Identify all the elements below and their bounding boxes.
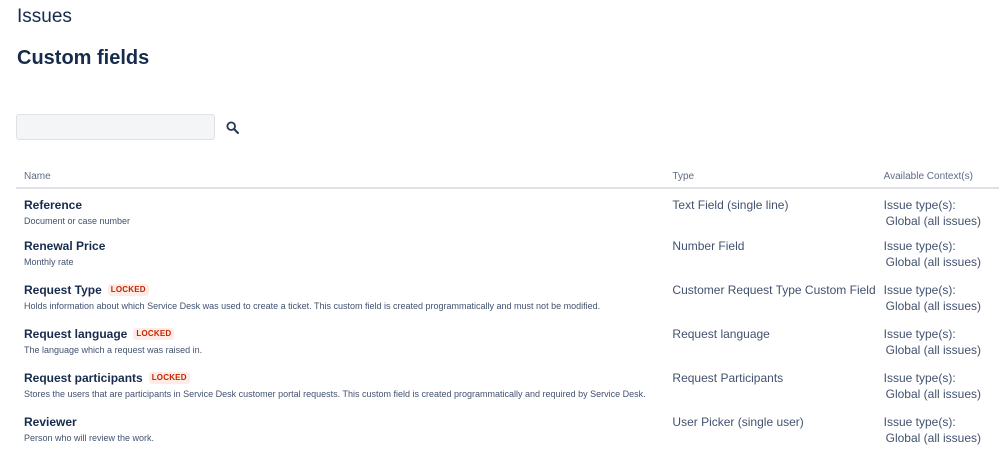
type-cell: Request language [664,320,875,364]
context-label: Issue type(s): [883,239,956,253]
field-name-line: Request participants LOCKED [24,370,656,386]
context-value: Global (all issues) [885,431,981,445]
name-cell: Reference Document or case number [16,188,664,232]
type-cell: Customer Request Type Custom Field [664,276,875,320]
search-icon[interactable] [223,118,241,136]
field-name[interactable]: Renewal Price [24,239,105,253]
search-bar [16,114,241,140]
type-cell: User Picker (single user) [664,408,875,452]
context-label: Issue type(s): [883,371,956,385]
field-description: The language which a request was raised … [24,345,203,355]
context-label: Issue type(s): [883,327,956,341]
context-label: Issue type(s): [883,198,956,212]
name-cell: Request language LOCKED The language whi… [16,320,664,364]
context-value: Global (all issues) [885,299,981,313]
field-name-line: Reference [24,197,656,213]
table-row[interactable]: Renewal Price Monthly rate Number Field … [16,232,999,276]
table-row[interactable]: Request language LOCKED The language whi… [16,320,999,364]
field-description: Stores the users that are participants i… [24,389,646,399]
field-description: Holds information about which Service De… [24,301,601,311]
type-cell: Number Field [664,232,875,276]
context-label: Issue type(s): [883,415,956,429]
table-row[interactable]: Request Type LOCKED Holds information ab… [16,276,999,320]
field-type: Request Participants [672,371,784,385]
context-value: Global (all issues) [885,343,981,357]
page-title: Custom fields [17,47,150,69]
field-type: Customer Request Type Custom Field [672,283,876,297]
field-name[interactable]: Reference [24,198,82,212]
context-label: Issue type(s): [883,283,956,297]
column-header-type[interactable]: Type [664,166,876,189]
name-cell: Reviewer Person who will review the work… [16,408,664,452]
table-header-row: Name Type Available Context(s) [16,166,999,189]
table-row[interactable]: Reference Document or case number Text F… [16,188,999,232]
context-value: Global (all issues) [885,255,981,269]
field-description: Monthly rate [24,257,74,267]
name-cell: Renewal Price Monthly rate [16,232,664,276]
name-cell: Request participants LOCKED Stores the u… [16,364,664,408]
name-cell: Request Type LOCKED Holds information ab… [16,276,664,320]
field-name[interactable]: Reviewer [24,415,77,429]
field-type: Request language [672,327,770,341]
field-description: Person who will review the work. [24,433,155,443]
field-name[interactable]: Request participants [24,371,143,385]
field-name-line: Reviewer [24,414,656,430]
locked-badge: LOCKED [148,372,190,384]
section-title: Issues [17,6,72,27]
context-cell: Issue type(s): Global (all issues) [876,232,999,276]
context-cell: Issue type(s): Global (all issues) [876,276,999,320]
field-description: Document or case number [24,216,131,226]
context-cell: Issue type(s): Global (all issues) [876,320,999,364]
context-cell: Issue type(s): Global (all issues) [876,408,999,452]
column-header-context[interactable]: Available Context(s) [875,166,999,189]
context-value: Global (all issues) [885,387,981,401]
context-cell: Issue type(s): Global (all issues) [876,364,999,408]
custom-fields-table: Name Type Available Context(s) Reference… [16,166,999,452]
locked-badge: LOCKED [133,328,175,340]
table-row[interactable]: Request participants LOCKED Stores the u… [16,364,999,408]
type-cell: Text Field (single line) [664,188,875,232]
field-name-line: Request Type LOCKED [24,282,656,298]
field-type: Number Field [672,239,745,253]
search-input[interactable] [16,114,215,140]
field-type: User Picker (single user) [672,415,804,429]
field-type: Text Field (single line) [672,198,789,212]
field-name-line: Renewal Price [24,238,656,254]
field-name-line: Request language LOCKED [24,326,656,342]
field-name[interactable]: Request language [24,327,127,341]
type-cell: Request Participants [664,364,875,408]
context-value: Global (all issues) [885,214,981,228]
locked-badge: LOCKED [107,284,149,296]
column-header-name[interactable]: Name [16,166,665,189]
field-name[interactable]: Request Type [24,283,102,297]
context-cell: Issue type(s): Global (all issues) [876,188,999,232]
table-row[interactable]: Reviewer Person who will review the work… [16,408,999,452]
